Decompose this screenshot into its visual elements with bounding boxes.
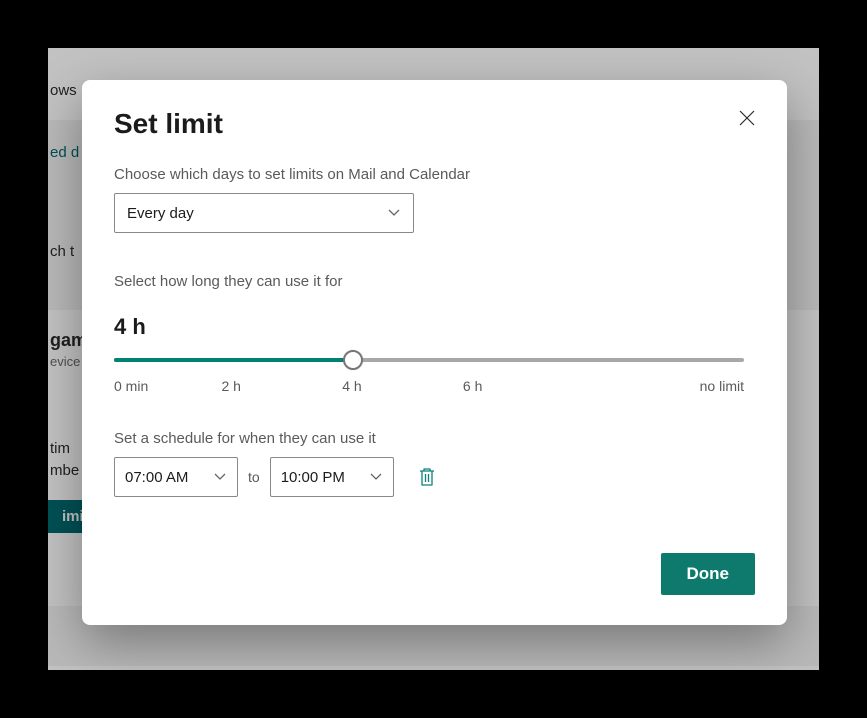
tick-label: 6 h [463,378,482,394]
to-time-select[interactable]: 10:00 PM [270,457,394,497]
modal-title: Set limit [114,108,755,140]
from-time-value: 07:00 AM [125,469,188,486]
chevron-down-icon [387,206,401,220]
days-value: Every day [127,205,194,222]
close-icon [739,110,755,126]
schedule-row: 07:00 AM to 10:00 PM [114,457,755,497]
tick-label: no limit [700,378,744,394]
slider-fill [114,358,353,362]
tick-label: 4 h [342,378,361,394]
done-button[interactable]: Done [661,553,756,595]
days-dropdown[interactable]: Every day [114,193,414,233]
slider-ticks: 0 min 2 h 4 h 6 h no limit [114,378,744,394]
delete-schedule-button[interactable] [410,460,444,494]
chevron-down-icon [213,470,227,484]
trash-icon [418,467,436,487]
chevron-down-icon [369,470,383,484]
schedule-label: Set a schedule for when they can use it [114,430,755,447]
tick-label: 0 min [114,378,148,394]
to-label: to [248,469,260,485]
from-time-select[interactable]: 07:00 AM [114,457,238,497]
duration-label: Select how long they can use it for [114,273,755,290]
set-limit-modal: Set limit Choose which days to set limit… [82,80,787,625]
slider-thumb[interactable] [343,350,363,370]
duration-slider[interactable] [114,350,744,370]
to-time-value: 10:00 PM [281,469,345,486]
duration-value: 4 h [114,314,755,340]
days-label: Choose which days to set limits on Mail … [114,166,755,183]
tick-label: 2 h [221,378,240,394]
close-button[interactable] [733,104,761,132]
